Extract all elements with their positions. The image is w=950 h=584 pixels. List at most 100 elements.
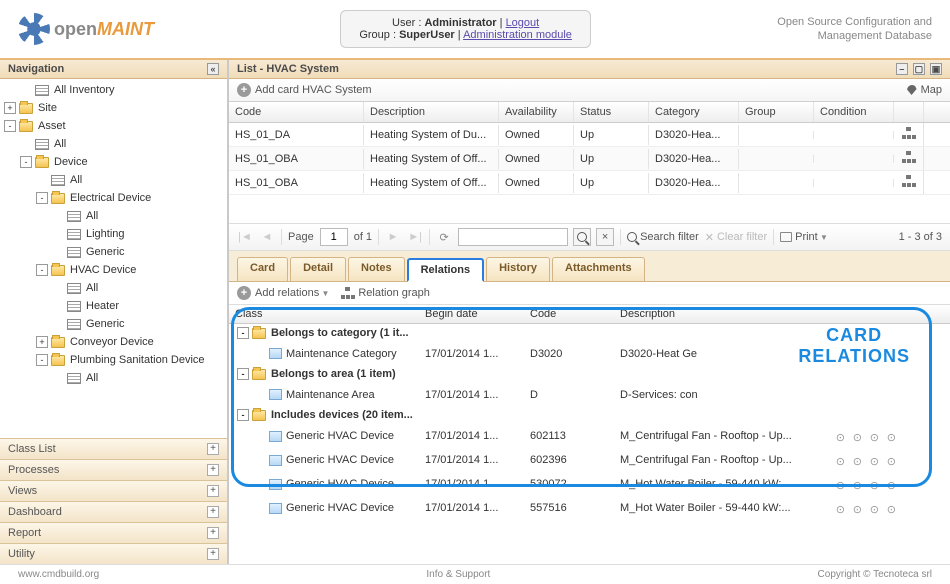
org-chart-icon[interactable]: [902, 175, 916, 187]
table-row[interactable]: HS_01_OBAHeating System of Off...OwnedUp…: [229, 147, 950, 171]
page-input[interactable]: [320, 228, 348, 246]
tree-node[interactable]: Generic: [0, 315, 227, 333]
print-button[interactable]: Print: [780, 231, 828, 243]
table-row[interactable]: HS_01_OBAHeating System of Off...OwnedUp…: [229, 171, 950, 195]
footer-center-link[interactable]: Info & Support: [426, 569, 490, 580]
link-icon[interactable]: ⊙: [848, 431, 862, 445]
logout-link[interactable]: Logout: [506, 17, 540, 29]
relation-row[interactable]: Maintenance Category17/01/2014 1...D3020…: [229, 342, 950, 365]
add-card-button[interactable]: + Add card HVAC System: [237, 83, 372, 97]
first-page-icon[interactable]: |◄: [237, 229, 253, 245]
col-status[interactable]: Status: [574, 102, 649, 122]
tab-relations[interactable]: Relations: [407, 258, 485, 282]
collapse-icon[interactable]: -: [36, 354, 48, 366]
tree-node[interactable]: +Site: [0, 99, 227, 117]
collapse-icon[interactable]: «: [207, 63, 219, 75]
expand-icon[interactable]: +: [36, 336, 48, 348]
tree-node[interactable]: -Asset: [0, 117, 227, 135]
collapse-icon[interactable]: -: [36, 264, 48, 276]
tab-notes[interactable]: Notes: [348, 257, 405, 281]
link-icon[interactable]: ⊙: [865, 479, 879, 493]
col-code[interactable]: Code: [229, 102, 364, 122]
tab-detail[interactable]: Detail: [290, 257, 346, 281]
collapse-icon[interactable]: -: [237, 327, 249, 339]
arrow-icon[interactable]: ⊙: [831, 455, 845, 469]
relation-row[interactable]: Generic HVAC Device17/01/2014 1...602396…: [229, 448, 950, 472]
link-icon[interactable]: ⊙: [865, 431, 879, 445]
admin-module-link[interactable]: Administration module: [463, 29, 572, 41]
tab-history[interactable]: History: [486, 257, 550, 281]
collapse-icon[interactable]: -: [20, 156, 32, 168]
rcol-desc[interactable]: Description: [614, 305, 819, 323]
collapse-icon[interactable]: -: [36, 192, 48, 204]
tab-card[interactable]: Card: [237, 257, 288, 281]
relation-group[interactable]: -Belongs to area (1 item): [229, 365, 950, 383]
accordion-item[interactable]: Dashboard+: [0, 501, 227, 522]
rcol-begin[interactable]: Begin date: [419, 305, 524, 323]
tree-node[interactable]: Generic: [0, 243, 227, 261]
expand-icon[interactable]: +: [4, 102, 16, 114]
search-input[interactable]: [458, 228, 568, 246]
relation-graph-button[interactable]: Relation graph: [341, 287, 430, 299]
edit-icon[interactable]: [899, 499, 913, 513]
tree-node[interactable]: -HVAC Device: [0, 261, 227, 279]
accordion-item[interactable]: Utility+: [0, 543, 227, 564]
link-icon[interactable]: ⊙: [882, 479, 896, 493]
rcol-class[interactable]: Class: [229, 305, 419, 323]
clear-filter-button[interactable]: ✕ Clear filter: [705, 231, 767, 244]
collapse-icon[interactable]: -: [4, 120, 16, 132]
col-availability[interactable]: Availability: [499, 102, 574, 122]
accordion-item[interactable]: Report+: [0, 522, 227, 543]
col-group[interactable]: Group: [739, 102, 814, 122]
collapse-icon[interactable]: -: [237, 368, 249, 380]
org-chart-icon[interactable]: [902, 151, 916, 163]
refresh-icon[interactable]: ⟳: [436, 229, 452, 245]
link-icon[interactable]: ⊙: [865, 455, 879, 469]
arrow-icon[interactable]: ⊙: [831, 503, 845, 517]
edit-icon[interactable]: [899, 475, 913, 489]
search-go-icon[interactable]: [573, 228, 591, 246]
maximize-icon[interactable]: ▣: [930, 63, 942, 75]
link-icon[interactable]: ⊙: [848, 503, 862, 517]
tree-node[interactable]: -Electrical Device: [0, 189, 227, 207]
accordion-item[interactable]: Class List+: [0, 438, 227, 459]
restore-icon[interactable]: ▢: [913, 63, 925, 75]
tree-node[interactable]: All: [0, 171, 227, 189]
tree-node[interactable]: All: [0, 279, 227, 297]
relation-row[interactable]: Generic HVAC Device17/01/2014 1...530072…: [229, 472, 950, 496]
col-category[interactable]: Category: [649, 102, 739, 122]
rcol-code[interactable]: Code: [524, 305, 614, 323]
edit-icon[interactable]: [899, 386, 913, 400]
arrow-icon[interactable]: ⊙: [831, 431, 845, 445]
accordion-item[interactable]: Processes+: [0, 459, 227, 480]
col-description[interactable]: Description: [364, 102, 499, 122]
prev-page-icon[interactable]: ◄: [259, 229, 275, 245]
nav-tree[interactable]: All Inventory+Site-AssetAll-DeviceAll-El…: [0, 79, 227, 438]
relation-row[interactable]: Maintenance Area17/01/2014 1...DD-Servic…: [229, 383, 950, 406]
tree-node[interactable]: All: [0, 207, 227, 225]
link-icon[interactable]: ⊙: [865, 503, 879, 517]
relation-group[interactable]: -Includes devices (20 item...: [229, 406, 950, 424]
tree-node[interactable]: +Conveyor Device: [0, 333, 227, 351]
tree-node[interactable]: All: [0, 369, 227, 387]
org-chart-icon[interactable]: [902, 127, 916, 139]
next-page-icon[interactable]: ►: [385, 229, 401, 245]
tree-node[interactable]: All Inventory: [0, 81, 227, 99]
col-condition[interactable]: Condition: [814, 102, 894, 122]
edit-icon[interactable]: [899, 451, 913, 465]
minimize-icon[interactable]: –: [896, 63, 908, 75]
accordion-item[interactable]: Views+: [0, 480, 227, 501]
add-relations-button[interactable]: + Add relations: [237, 286, 329, 300]
tree-node[interactable]: -Plumbing Sanitation Device: [0, 351, 227, 369]
link-icon[interactable]: ⊙: [882, 455, 896, 469]
tree-node[interactable]: All: [0, 135, 227, 153]
relation-group[interactable]: -Belongs to category (1 it...: [229, 324, 950, 342]
arrow-icon[interactable]: ⊙: [831, 479, 845, 493]
relation-row[interactable]: Generic HVAC Device17/01/2014 1...602113…: [229, 424, 950, 448]
table-row[interactable]: HS_01_DAHeating System of Du...OwnedUpD3…: [229, 123, 950, 147]
relation-row[interactable]: Generic HVAC Device17/01/2014 1...557516…: [229, 496, 950, 520]
tree-node[interactable]: Heater: [0, 297, 227, 315]
link-icon[interactable]: ⊙: [882, 503, 896, 517]
tree-node[interactable]: -Device: [0, 153, 227, 171]
link-icon[interactable]: ⊙: [882, 431, 896, 445]
